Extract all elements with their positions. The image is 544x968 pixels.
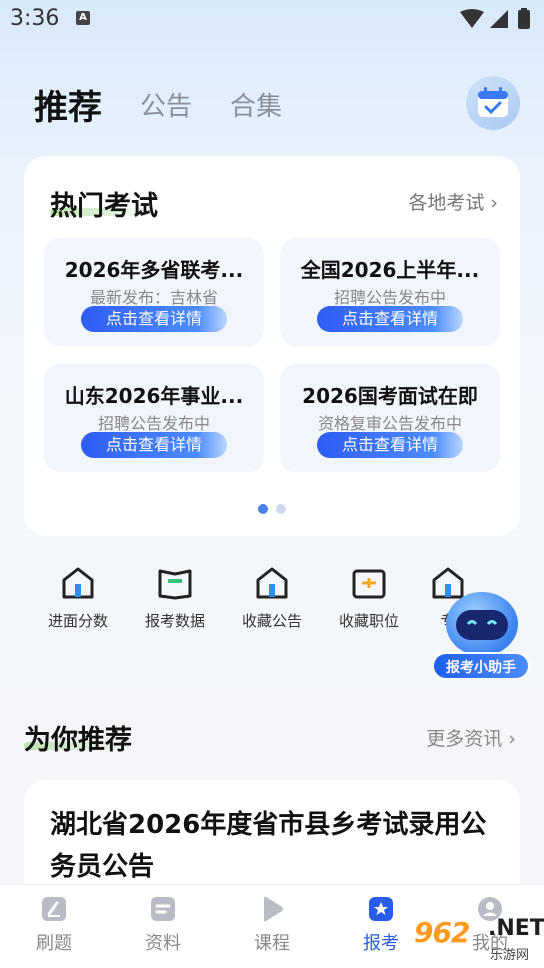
shortcut-exam-data[interactable]: 报考数据 [127, 566, 223, 631]
pen-icon [42, 897, 66, 921]
calendar-button[interactable] [466, 76, 520, 130]
tab-collection[interactable]: 合集 [230, 86, 282, 123]
tab-recommend[interactable]: 推荐 [34, 80, 102, 129]
exam-title: 山东2026年事业... [64, 384, 244, 408]
exam-subtitle: 招聘公告发布中 [333, 288, 446, 307]
house-chart-icon [62, 567, 94, 599]
calendar-check-icon [478, 87, 508, 117]
star-badge-icon [369, 897, 393, 921]
play-icon [264, 896, 283, 922]
exam-subtitle: 招聘公告发布中 [97, 414, 210, 433]
document-icon [151, 897, 175, 921]
notification-icon: A [76, 11, 90, 25]
assistant-label: 报考小助手 [432, 652, 530, 680]
book-data-icon [158, 569, 192, 600]
signal-battery-icon [460, 8, 530, 29]
nav-practice[interactable]: 刷题 [0, 895, 108, 955]
watermark-net: .NET [488, 916, 544, 941]
watermark-sub: 乐游网 [490, 948, 530, 963]
tab-announcement[interactable]: 公告 [140, 86, 192, 123]
nav-label: 资料 [145, 933, 181, 954]
exam-title: 2026国考面试在即 [302, 384, 478, 408]
shortcut-label: 报考数据 [144, 612, 205, 630]
article-title: 湖北省2026年度省市县乡考试录用公务员公告 [50, 810, 487, 882]
regional-exams-link[interactable]: 各地考试 › [408, 188, 498, 215]
shortcut-label: 进面分数 [47, 612, 108, 630]
watermark-logo: 962 .NET 乐游网 [414, 916, 544, 963]
shortcut-saved-positions[interactable]: 收藏职位 [321, 566, 417, 631]
exam-item[interactable]: 全国2026上半年... 招聘公告发布中 点击查看详情 [280, 238, 500, 346]
shortcut-interview-scores[interactable]: 进面分数 [30, 566, 126, 631]
exam-item[interactable]: 2026年多省联考... 最新发布：吉林省 点击查看详情 [44, 238, 264, 346]
shortcut-saved-announcements[interactable]: 收藏公告 [224, 566, 320, 631]
page-dot-active[interactable] [258, 504, 268, 514]
robot-face [456, 610, 508, 640]
recommend-title: 为你推荐 [24, 725, 132, 756]
exam-item[interactable]: 山东2026年事业... 招聘公告发布中 点击查看详情 [44, 364, 264, 472]
status-bar: 3:36 A [0, 0, 544, 40]
exam-title: 全国2026上半年... [300, 258, 480, 282]
exam-subtitle: 最新发布：吉林省 [89, 288, 218, 307]
hot-exams-title: 热门考试 [50, 191, 158, 222]
exam-item[interactable]: 2026国考面试在即 资格复审公告发布中 点击查看详情 [280, 364, 500, 472]
exam-title: 2026年多省联考... [64, 258, 244, 282]
page-dot[interactable] [276, 504, 286, 514]
view-details-button[interactable]: 点击查看详情 [81, 432, 227, 458]
nav-label: 刷题 [36, 933, 72, 954]
more-news-link[interactable]: 更多资讯 › [426, 724, 516, 751]
watermark-number: 962 [414, 916, 470, 949]
exam-subtitle: 资格复审公告发布中 [317, 414, 462, 433]
view-details-button[interactable]: 点击查看详情 [81, 306, 227, 332]
hot-exams-card: 热门考试 各地考试 › 2026年多省联考... 最新发布：吉林省 点击查看详情… [24, 156, 520, 536]
view-details-button[interactable]: 点击查看详情 [317, 432, 463, 458]
nav-courses[interactable]: 课程 [218, 895, 326, 955]
recommend-section: 为你推荐 更多资讯 › 湖北省2026年度省市县乡考试录用公务员公告 [0, 692, 544, 910]
shortcut-label: 收藏职位 [338, 612, 399, 630]
status-time: 3:36 [10, 6, 60, 31]
nav-label: 课程 [254, 933, 290, 954]
house-star-icon [256, 567, 288, 599]
shortcut-label: 收藏公告 [241, 612, 302, 630]
assistant-floating-button[interactable]: 报考小助手 [432, 592, 530, 684]
nav-materials[interactable]: 资料 [109, 895, 217, 955]
briefcase-icon [352, 569, 386, 599]
view-details-button[interactable]: 点击查看详情 [317, 306, 463, 332]
